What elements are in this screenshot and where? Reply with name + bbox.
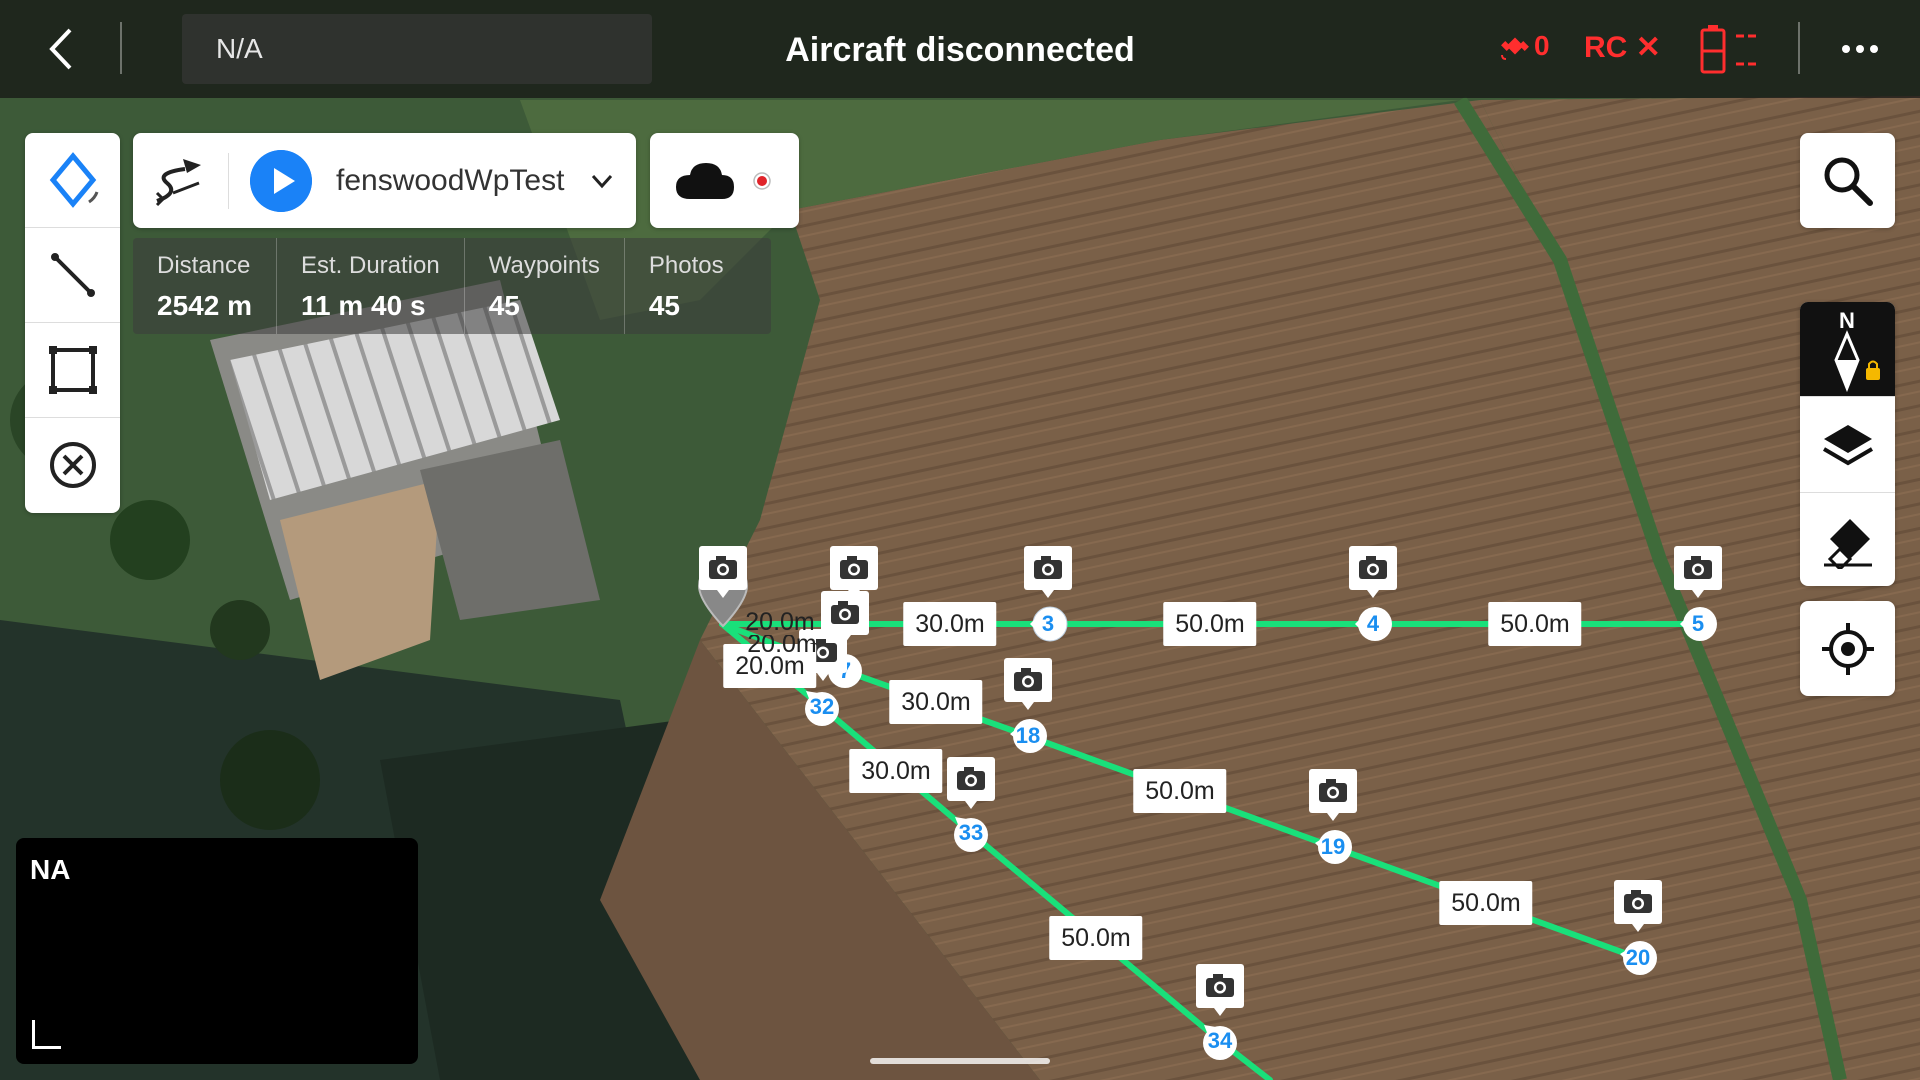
- stat-duration: Est. Duration 11 m 40 s: [277, 238, 465, 334]
- camera-icon[interactable]: [1308, 768, 1358, 822]
- locate-button[interactable]: [1800, 601, 1895, 696]
- area-rectangle-icon: [48, 346, 97, 394]
- stat-photos: Photos 45: [625, 238, 748, 334]
- divider: [1798, 22, 1800, 74]
- more-menu-icon[interactable]: [1838, 34, 1882, 64]
- stat-label: Distance: [157, 252, 251, 279]
- segment-distance-label: 50.0m: [1439, 881, 1533, 925]
- rc-status-indicator[interactable]: RC ✕: [1584, 30, 1661, 65]
- close-circle-icon: [49, 442, 96, 488]
- area-tool-button[interactable]: [25, 323, 120, 418]
- flight-mode-indicator[interactable]: N/A: [182, 14, 652, 84]
- search-icon: [1824, 157, 1873, 206]
- layers-icon: [1822, 424, 1873, 465]
- cloud-icon: [676, 163, 771, 199]
- compass-icon: N: [1834, 308, 1880, 393]
- compass-north-label: N: [1839, 308, 1855, 333]
- waypoint[interactable]: 20: [1618, 938, 1658, 978]
- segment-distance-label: 30.0m: [849, 749, 943, 793]
- waypoint[interactable]: 34: [1200, 1021, 1240, 1061]
- camera-icon[interactable]: [1023, 545, 1073, 599]
- waypoint[interactable]: 33: [951, 813, 991, 853]
- satellite-icon: [1501, 37, 1529, 60]
- satellite-signal-indicator[interactable]: 0: [1500, 30, 1550, 62]
- route-icon[interactable]: [149, 153, 209, 209]
- clear-tool-button[interactable]: [25, 418, 120, 512]
- expand-corner-icon[interactable]: [32, 1020, 61, 1049]
- segment-distance-label: 50.0m: [1163, 602, 1257, 646]
- segment-distance-label: 20.0m: [745, 612, 815, 632]
- waypoint[interactable]: 19: [1313, 827, 1353, 867]
- camera-icon[interactable]: [1673, 545, 1723, 599]
- waypoint-number: 32: [809, 694, 835, 719]
- waypoint[interactable]: 3: [1028, 604, 1068, 644]
- eraser-button[interactable]: [1800, 492, 1895, 586]
- mission-stats-panel: Distance 2542 m Est. Duration 11 m 40 s …: [133, 238, 771, 334]
- crosshair-icon: [1821, 622, 1874, 675]
- preview-label: NA: [30, 854, 71, 885]
- waypoint-number: 3: [1041, 611, 1055, 636]
- stat-value: 11 m 40 s: [300, 290, 426, 321]
- satellite-count: 0: [1534, 30, 1550, 61]
- camera-icon[interactable]: [698, 545, 748, 599]
- segment-distance-label: 20.0m: [747, 635, 817, 653]
- camera-preview-window[interactable]: NA: [16, 838, 418, 1064]
- stat-value: 45: [648, 290, 681, 321]
- camera-icon[interactable]: [1348, 545, 1398, 599]
- map-controls-group: N: [1800, 302, 1895, 586]
- rc-disconnected-icon: ✕: [1635, 31, 1661, 64]
- stat-label: Waypoints: [488, 252, 600, 279]
- stat-value: 2542 m: [157, 290, 252, 321]
- waypoint-number: 34: [1207, 1028, 1233, 1053]
- stat-label: Photos: [648, 252, 724, 279]
- search-button[interactable]: [1800, 133, 1895, 228]
- back-arrow-icon[interactable]: [40, 26, 84, 72]
- eraser-icon: [1823, 518, 1872, 569]
- stat-waypoints: Waypoints 45: [465, 238, 625, 334]
- waypoint[interactable]: 32: [802, 687, 842, 727]
- waypoint[interactable]: 5: [1678, 604, 1718, 644]
- waypoint-number: 18: [1015, 723, 1041, 748]
- rc-label: RC: [1584, 31, 1628, 64]
- line-tool-button[interactable]: [25, 228, 120, 323]
- divider: [120, 22, 122, 74]
- cloud-sync-button[interactable]: [650, 133, 799, 228]
- connection-status-title: Aircraft disconnected: [785, 31, 1135, 69]
- stat-value: 45: [488, 290, 520, 321]
- stat-label: Est. Duration: [300, 252, 440, 279]
- segment-distance-label: 30.0m: [903, 602, 997, 646]
- home-indicator-bar[interactable]: [870, 1058, 1050, 1064]
- play-mission-button[interactable]: [250, 150, 312, 212]
- mission-name[interactable]: fenswoodWpTest: [336, 133, 564, 228]
- waypoint-diamond-icon: [49, 152, 98, 208]
- waypoint-number: 4: [1366, 611, 1380, 636]
- camera-icon[interactable]: [1003, 657, 1053, 711]
- waypoint[interactable]: 4: [1353, 604, 1393, 644]
- camera-icon[interactable]: [946, 756, 996, 810]
- chevron-down-icon[interactable]: [588, 167, 616, 195]
- waypoint[interactable]: 18: [1008, 716, 1048, 756]
- drawing-toolbar: [25, 133, 120, 513]
- camera-icon[interactable]: [1613, 879, 1663, 933]
- segment-distance-label: 30.0m: [889, 680, 983, 724]
- waypoint-number: 20: [1625, 945, 1651, 970]
- status-bar: N/A Aircraft disconnected 0 RC ✕: [0, 0, 1920, 98]
- compass-north-lock-button[interactable]: N: [1800, 302, 1895, 396]
- segment-distance-label: 50.0m: [1049, 916, 1143, 960]
- divider: [228, 153, 229, 209]
- waypoint-number: 5: [1691, 611, 1705, 636]
- waypoint-tool-button[interactable]: [25, 133, 120, 228]
- line-icon: [50, 253, 95, 297]
- waypoint-number: 19: [1320, 834, 1346, 859]
- mission-selector: fenswoodWpTest: [133, 133, 636, 228]
- segment-distance-label: 50.0m: [1133, 769, 1227, 813]
- battery-icon[interactable]: [1698, 24, 1758, 76]
- segment-distance-label: 50.0m: [1488, 602, 1582, 646]
- waypoint-number: 33: [958, 820, 984, 845]
- stat-distance: Distance 2542 m: [133, 238, 277, 334]
- map-layers-button[interactable]: [1800, 396, 1895, 492]
- camera-icon[interactable]: [1195, 963, 1245, 1017]
